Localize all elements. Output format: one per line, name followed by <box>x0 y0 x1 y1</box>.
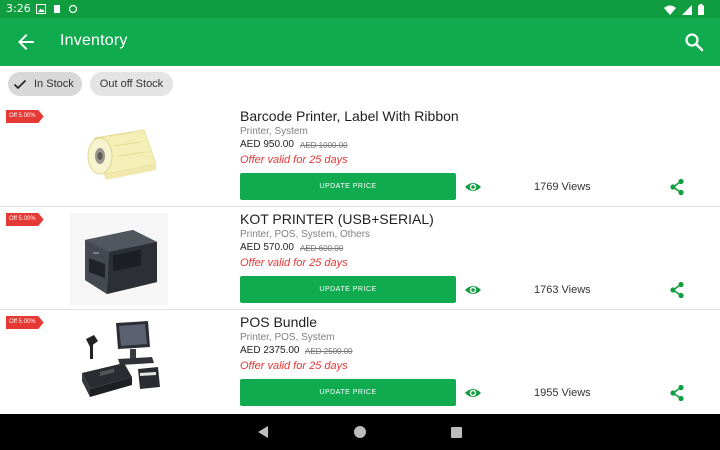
battery-icon <box>698 4 704 15</box>
product-row[interactable]: Off 5.00% KOT PRINTER (USB+SERIAL) Print… <box>0 207 720 310</box>
chip-out-of-stock[interactable]: Out off Stock <box>90 72 173 96</box>
share-icon[interactable] <box>668 384 686 402</box>
product-row[interactable]: Off 5.00% POS Bundle Printer, POS, Syste… <box>0 310 720 413</box>
offer-text: Offer valid for 25 days <box>240 257 348 269</box>
discount-badge: Off 5.00% <box>6 213 44 226</box>
update-price-button[interactable]: UPDATE PRICE <box>240 173 456 200</box>
product-image-pos-bundle[interactable] <box>70 316 168 408</box>
system-nav-bar <box>0 414 720 450</box>
chip-label: In Stock <box>34 78 74 90</box>
view-count: 1955 Views <box>534 387 591 399</box>
product-row[interactable]: Off 5.00% Barcode Printer, Label With Ri… <box>0 104 720 207</box>
share-icon[interactable] <box>668 281 686 299</box>
share-icon[interactable] <box>668 178 686 196</box>
product-price: AED 950.00 <box>240 139 294 150</box>
chip-label: Out off Stock <box>99 78 164 90</box>
product-image-kot-printer[interactable] <box>70 213 168 305</box>
view-count: 1769 Views <box>534 181 591 193</box>
product-old-price: AED 2500.00 <box>305 347 353 356</box>
app-bar: Inventory <box>0 18 720 66</box>
product-image-label-roll[interactable] <box>70 110 168 202</box>
search-icon[interactable] <box>682 30 706 54</box>
sync-icon <box>68 4 78 14</box>
product-title[interactable]: Barcode Printer, Label With Ribbon <box>240 108 459 124</box>
discount-badge: Off 5.00% <box>6 110 44 123</box>
nav-home-icon[interactable] <box>354 426 366 438</box>
status-system-icons <box>664 4 704 15</box>
photo-icon <box>36 4 46 14</box>
status-bar: 3:26 <box>0 0 720 18</box>
product-old-price: AED 1000.00 <box>300 141 348 150</box>
discount-badge: Off 5.00% <box>6 316 44 329</box>
product-price: AED 570.00 <box>240 242 294 253</box>
eye-icon[interactable] <box>464 386 482 400</box>
wifi-icon <box>664 5 676 15</box>
status-time: 3:26 <box>6 2 31 15</box>
offer-text: Offer valid for 25 days <box>240 154 348 166</box>
sd-card-icon <box>54 5 60 13</box>
view-count: 1763 Views <box>534 284 591 296</box>
eye-icon[interactable] <box>464 283 482 297</box>
nav-recents-icon[interactable] <box>451 427 462 438</box>
filter-chips: In Stock Out off Stock <box>0 66 720 104</box>
product-categories: Printer, POS, System <box>240 332 335 343</box>
check-icon <box>13 79 27 90</box>
product-title[interactable]: KOT PRINTER (USB+SERIAL) <box>240 211 434 227</box>
status-notification-icons <box>36 4 78 14</box>
nav-back-icon[interactable] <box>256 425 270 439</box>
kot-printer-image <box>85 230 157 294</box>
product-title[interactable]: POS Bundle <box>240 314 317 330</box>
product-price: AED 2375.00 <box>240 345 300 356</box>
product-list: Off 5.00% Barcode Printer, Label With Ri… <box>0 104 720 413</box>
offer-text: Offer valid for 25 days <box>240 360 348 372</box>
chip-in-stock[interactable]: In Stock <box>8 72 82 96</box>
page-title: Inventory <box>60 32 128 49</box>
update-price-button[interactable]: UPDATE PRICE <box>240 276 456 303</box>
product-categories: Printer, POS, System, Others <box>240 229 371 240</box>
eye-icon[interactable] <box>464 180 482 194</box>
signal-icon <box>682 4 692 15</box>
product-old-price: AED 600.00 <box>300 244 344 253</box>
back-arrow-icon[interactable] <box>14 30 38 54</box>
pos-bundle-image <box>82 321 160 397</box>
label-roll-image <box>87 129 157 180</box>
product-categories: Printer, System <box>240 126 308 137</box>
update-price-button[interactable]: UPDATE PRICE <box>240 379 456 406</box>
